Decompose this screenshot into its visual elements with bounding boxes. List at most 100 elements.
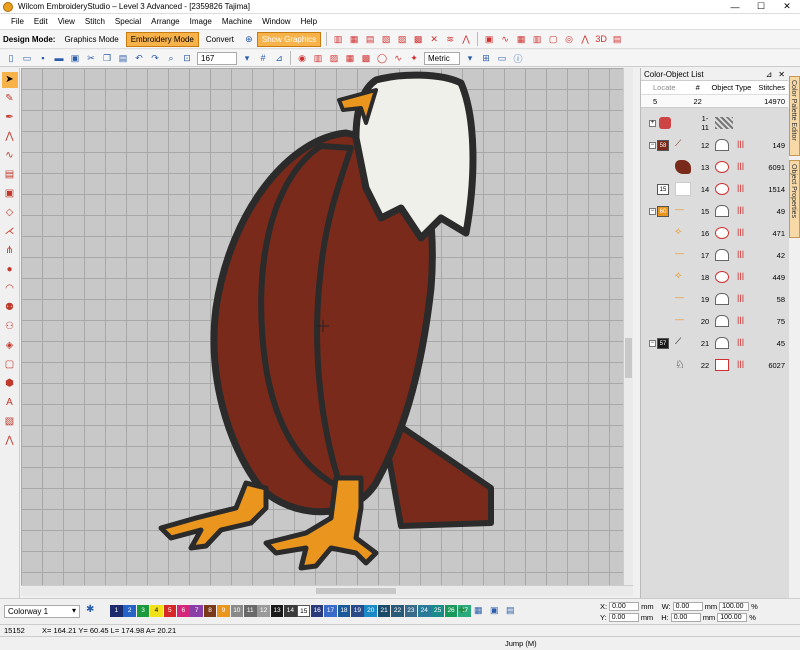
- thread-icon[interactable]: ▣: [490, 605, 499, 616]
- cut-icon[interactable]: ✂: [84, 51, 98, 65]
- run-icon[interactable]: ≋: [443, 32, 457, 46]
- circle-tool-icon[interactable]: ●: [2, 262, 18, 278]
- preview-icon[interactable]: ▣: [68, 51, 82, 65]
- color-chip[interactable]: 22: [391, 605, 404, 617]
- paste-icon[interactable]: ▤: [116, 51, 130, 65]
- digitize-tool-icon[interactable]: ⋌: [2, 224, 18, 240]
- color-chip[interactable]: 4: [150, 605, 163, 617]
- menu-help[interactable]: Help: [296, 17, 322, 26]
- object-list[interactable]: + 1-11 − 58 ⟋ 12 ꟾꟾꟾ 149 13 ꟾꟾꟾ 6091 15 …: [641, 108, 789, 598]
- canvas-vertical-scrollbar[interactable]: [623, 68, 633, 585]
- stitch-type-icon[interactable]: ▥: [331, 32, 345, 46]
- zoom-icon[interactable]: ⌕: [164, 51, 178, 65]
- close-button[interactable]: ✕: [774, 0, 800, 14]
- fabric-icon[interactable]: ▦: [474, 605, 483, 616]
- group-tool-icon[interactable]: ⚇: [2, 319, 18, 335]
- list-item[interactable]: − 58 ⟋ 12 ꟾꟾꟾ 149: [641, 134, 789, 156]
- menu-special[interactable]: Special: [110, 17, 146, 26]
- color-chip[interactable]: 3: [136, 605, 150, 617]
- zigzag-fill-icon[interactable]: ⋀: [578, 32, 592, 46]
- scroll-thumb[interactable]: [316, 588, 396, 594]
- color-chip[interactable]: 21: [377, 605, 391, 617]
- redo-icon[interactable]: ↷: [148, 51, 162, 65]
- color-chip[interactable]: 20: [364, 605, 378, 617]
- palette-settings-icon[interactable]: ✱: [86, 604, 94, 615]
- units-select[interactable]: Metric: [424, 51, 460, 65]
- fabric-icon[interactable]: ▩: [359, 51, 373, 65]
- color-chip[interactable]: 25: [431, 605, 444, 617]
- color-chip[interactable]: 15: [297, 605, 311, 617]
- collapse-icon[interactable]: −: [649, 339, 656, 347]
- zoom-level-field[interactable]: 167: [197, 51, 237, 65]
- color-chip[interactable]: 9: [217, 605, 230, 617]
- h-field[interactable]: 0.00: [670, 613, 701, 622]
- chevron-down-icon[interactable]: ▾: [72, 606, 76, 615]
- chevron-down-icon[interactable]: ▾: [463, 51, 477, 65]
- save-icon[interactable]: ▪: [36, 51, 50, 65]
- collapse-icon[interactable]: −: [649, 141, 656, 149]
- color-chip[interactable]: 6: [176, 605, 190, 617]
- background-icon[interactable]: ▤: [506, 605, 515, 616]
- color-film-icon[interactable]: ◉: [295, 51, 309, 65]
- list-item[interactable]: — 20 ꟾꟾꟾ 75: [641, 310, 789, 332]
- menu-arrange[interactable]: Arrange: [146, 17, 184, 26]
- scroll-thumb[interactable]: [625, 338, 632, 378]
- satin-tool-icon[interactable]: ⋀: [2, 129, 18, 145]
- color-chip[interactable]: 18: [337, 605, 351, 617]
- needle-icon[interactable]: ✦: [407, 51, 421, 65]
- color-chip[interactable]: 8: [203, 605, 217, 617]
- list-item[interactable]: ♘ 22 ꟾꟾꟾ 6027: [641, 354, 789, 376]
- color-chip[interactable]: 14: [284, 605, 297, 617]
- grid-icon[interactable]: #: [256, 51, 270, 65]
- 3d-icon[interactable]: 3D: [594, 32, 608, 46]
- shape-tool-icon[interactable]: ◇: [2, 205, 18, 221]
- trapunto-icon[interactable]: ▥: [530, 32, 544, 46]
- tatami-icon[interactable]: ▤: [363, 32, 377, 46]
- hoop-icon[interactable]: ◯: [375, 51, 389, 65]
- object-type-header[interactable]: Object Type: [707, 83, 757, 92]
- column-tool-icon[interactable]: ▤: [2, 167, 18, 183]
- realistic-icon[interactable]: ▥: [311, 51, 325, 65]
- list-item[interactable]: 15 14 ꟾꟾꟾ 1514: [641, 178, 789, 200]
- zoom-box-icon[interactable]: ⊡: [180, 51, 194, 65]
- menu-view[interactable]: View: [53, 17, 80, 26]
- collapse-icon[interactable]: −: [649, 207, 656, 215]
- y-field[interactable]: 0.00: [608, 613, 639, 622]
- list-item[interactable]: — 19 ꟾꟾꟾ 58: [641, 288, 789, 310]
- print-icon[interactable]: ▬: [52, 51, 66, 65]
- color-chip[interactable]: 24: [417, 605, 431, 617]
- maximize-button[interactable]: ☐: [748, 0, 774, 14]
- zigzag-tool-icon[interactable]: ⋀: [2, 433, 18, 449]
- motif-icon[interactable]: ▩: [411, 32, 425, 46]
- w-field[interactable]: 0.00: [672, 602, 703, 611]
- globe-icon[interactable]: ⊕: [242, 32, 256, 46]
- canvas-horizontal-scrollbar[interactable]: [21, 585, 633, 596]
- color-palette-editor-tab[interactable]: Color Palette Editor: [789, 76, 800, 156]
- menu-file[interactable]: File: [6, 17, 29, 26]
- object-properties-tab[interactable]: Object Properties: [789, 160, 800, 238]
- open-icon[interactable]: ▭: [20, 51, 34, 65]
- info-icon[interactable]: ⓘ: [511, 51, 525, 65]
- color-chip[interactable]: 16: [310, 605, 324, 617]
- sequin-icon[interactable]: ◎: [562, 32, 576, 46]
- scale-y-field[interactable]: 100.00: [717, 613, 748, 622]
- pin-icon[interactable]: ⊿: [763, 70, 776, 79]
- panel-close-icon[interactable]: ✕: [775, 70, 788, 79]
- graphics-mode-button[interactable]: Graphics Mode: [59, 32, 123, 47]
- add-color-icon[interactable]: ✚: [458, 605, 466, 616]
- copy-icon[interactable]: ❐: [100, 51, 114, 65]
- list-item[interactable]: + 1-11: [641, 112, 789, 134]
- design-canvas[interactable]: [21, 68, 633, 585]
- run-tool-icon[interactable]: ∿: [2, 148, 18, 164]
- outline-icon[interactable]: ▢: [546, 32, 560, 46]
- diamond-tool-icon[interactable]: ◈: [2, 338, 18, 354]
- color-chip[interactable]: 13: [270, 605, 284, 617]
- cross-icon[interactable]: ✕: [427, 32, 441, 46]
- minimize-button[interactable]: —: [722, 0, 748, 14]
- scale-x-field[interactable]: 100.00: [719, 602, 750, 611]
- trace-icon[interactable]: ∿: [391, 51, 405, 65]
- list-item[interactable]: ⟡ 16 ꟾꟾꟾ 471: [641, 222, 789, 244]
- colorway-select[interactable]: Colorway 1: [4, 605, 80, 618]
- color-chip[interactable]: 1: [110, 605, 123, 617]
- list-item[interactable]: − 60 — 15 ꟾꟾꟾ 49: [641, 200, 789, 222]
